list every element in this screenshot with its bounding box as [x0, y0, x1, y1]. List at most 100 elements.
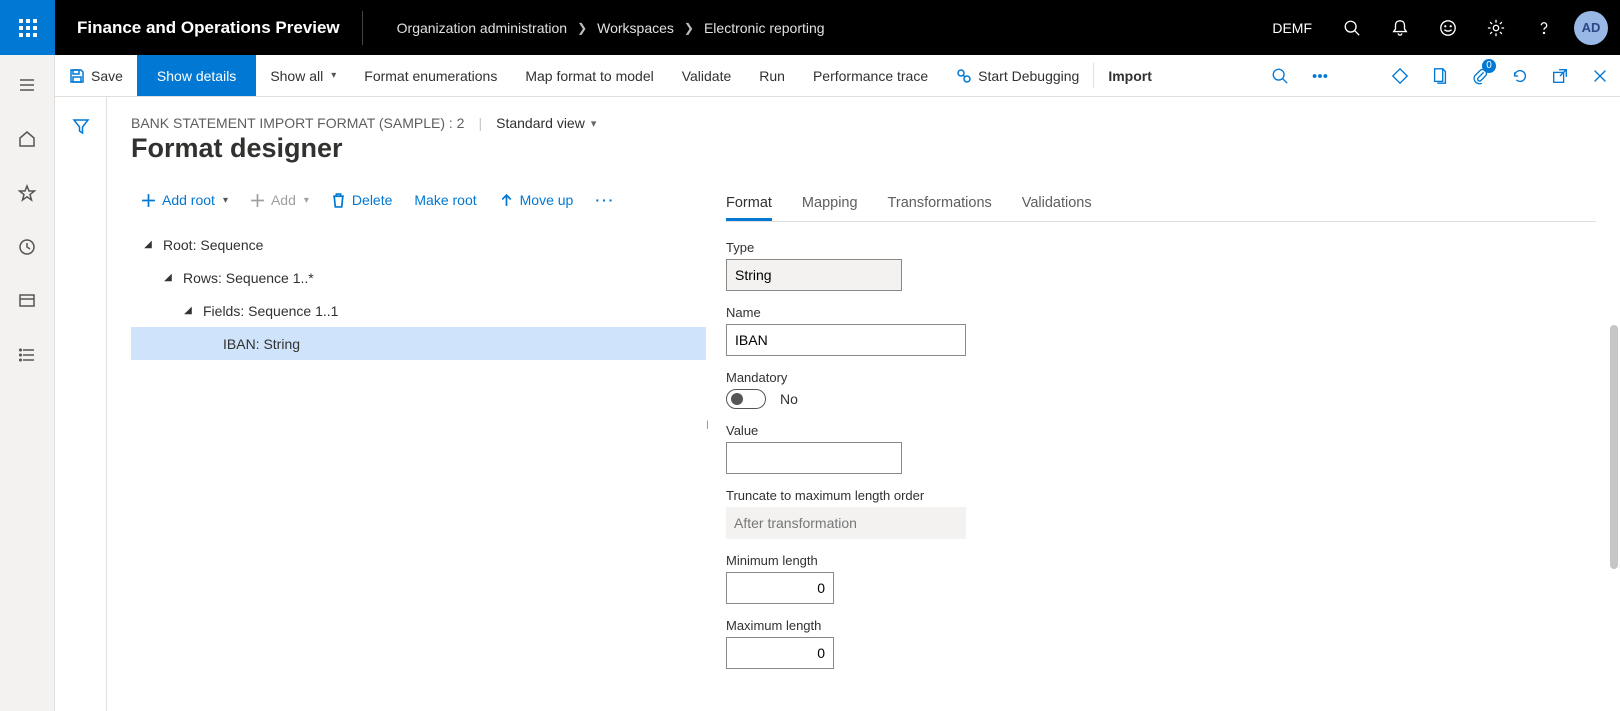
detail-pane: ‖ Format Mapping Transformations Validat…	[706, 178, 1596, 711]
validate-button[interactable]: Validate	[668, 55, 746, 96]
divider	[362, 11, 363, 45]
nav-expand-button[interactable]	[9, 71, 45, 99]
close-button[interactable]	[1580, 55, 1620, 97]
add-root-button[interactable]: Add root ▾	[131, 192, 238, 208]
run-button[interactable]: Run	[745, 55, 799, 96]
tree-toggle-icon[interactable]: ◢	[177, 305, 199, 316]
search-page-button[interactable]	[1260, 55, 1300, 97]
tree-node-fields[interactable]: ◢ Fields: Sequence 1..1	[131, 294, 706, 327]
more-button[interactable]	[1300, 55, 1340, 97]
show-all-button[interactable]: Show all ▾	[256, 55, 350, 96]
page-icon	[1431, 67, 1449, 85]
feedback-button[interactable]	[1424, 0, 1472, 55]
nav-modules-button[interactable]	[9, 341, 45, 369]
show-details-button[interactable]: Show details	[137, 55, 256, 96]
show-all-label: Show all	[270, 68, 323, 84]
personalize-button[interactable]	[1380, 55, 1420, 97]
tab-transformations[interactable]: Transformations	[888, 195, 992, 221]
popout-button[interactable]	[1540, 55, 1580, 97]
help-icon	[1535, 19, 1553, 37]
debug-icon	[956, 68, 972, 84]
validate-label: Validate	[682, 68, 732, 84]
format-tree-pane: Add root ▾ Add ▾ Delet	[131, 178, 706, 711]
value-label: Value	[726, 423, 986, 438]
search-icon	[1271, 67, 1289, 85]
minlen-label: Minimum length	[726, 553, 986, 568]
tree-label: Root: Sequence	[159, 237, 263, 253]
tree-toolbar: Add root ▾ Add ▾ Delet	[131, 178, 706, 222]
nav-recent-button[interactable]	[9, 233, 45, 261]
save-icon	[69, 68, 85, 84]
app-launcher-button[interactable]	[0, 0, 55, 55]
tree-label: Rows: Sequence 1..*	[179, 270, 314, 286]
tree-label: IBAN: String	[219, 336, 300, 352]
tree-node-iban[interactable]: IBAN: String	[131, 327, 706, 360]
settings-button[interactable]	[1472, 0, 1520, 55]
tree-label: Fields: Sequence 1..1	[199, 303, 338, 319]
mandatory-toggle[interactable]	[726, 389, 766, 409]
format-enumerations-button[interactable]: Format enumerations	[350, 55, 511, 96]
save-label: Save	[91, 68, 123, 84]
filter-button[interactable]	[72, 117, 90, 711]
minlen-field[interactable]	[726, 572, 834, 604]
nav-rail	[0, 55, 55, 711]
gear-icon	[1487, 19, 1505, 37]
splitter-handle[interactable]: ‖	[706, 418, 709, 432]
close-icon	[1591, 67, 1609, 85]
import-button[interactable]: Import	[1094, 55, 1166, 96]
tree-more-button[interactable]: ···	[585, 192, 625, 208]
attachments-button[interactable]: 0	[1460, 55, 1500, 97]
scrollbar[interactable]	[1610, 325, 1618, 569]
tree-node-root[interactable]: ◢ Root: Sequence	[131, 228, 706, 261]
breadcrumb-item[interactable]: Organization administration	[397, 20, 567, 36]
name-field[interactable]	[726, 324, 966, 356]
tab-format[interactable]: Format	[726, 195, 772, 221]
type-label: Type	[726, 240, 986, 255]
maxlen-field[interactable]	[726, 637, 834, 669]
delete-button[interactable]: Delete	[321, 192, 402, 208]
breadcrumb-item[interactable]: Workspaces	[597, 20, 674, 36]
plus-icon	[250, 193, 265, 208]
search-icon	[1343, 19, 1361, 37]
maxlen-label: Maximum length	[726, 618, 986, 633]
name-label: Name	[726, 305, 986, 320]
clock-icon	[18, 238, 36, 256]
nav-favorites-button[interactable]	[9, 179, 45, 207]
perf-trace-label: Performance trace	[813, 68, 928, 84]
tab-validations[interactable]: Validations	[1022, 195, 1092, 221]
tree-toggle-icon[interactable]: ◢	[157, 272, 179, 283]
tree-toggle-icon[interactable]: ◢	[137, 239, 159, 250]
breadcrumb-item[interactable]: Electronic reporting	[704, 20, 825, 36]
move-up-button[interactable]: Move up	[489, 192, 584, 208]
chevron-down-icon: ▾	[591, 117, 597, 130]
list-icon	[18, 346, 36, 364]
nav-home-button[interactable]	[9, 125, 45, 153]
make-root-button[interactable]: Make root	[404, 192, 486, 208]
view-selector[interactable]: Standard view ▾	[496, 115, 596, 131]
truncate-field	[726, 507, 966, 539]
map-format-label: Map format to model	[525, 68, 653, 84]
refresh-button[interactable]	[1500, 55, 1540, 97]
performance-trace-button[interactable]: Performance trace	[799, 55, 942, 96]
workspace-icon	[18, 292, 36, 310]
help-button[interactable]	[1520, 0, 1568, 55]
start-debugging-button[interactable]: Start Debugging	[942, 55, 1093, 96]
company-code[interactable]: DEMF	[1256, 20, 1328, 36]
tab-mapping[interactable]: Mapping	[802, 195, 858, 221]
tree-node-rows[interactable]: ◢ Rows: Sequence 1..*	[131, 261, 706, 294]
type-field[interactable]	[726, 259, 902, 291]
map-format-button[interactable]: Map format to model	[511, 55, 667, 96]
page-options-button[interactable]	[1420, 55, 1460, 97]
search-button[interactable]	[1328, 0, 1376, 55]
page-title: Format designer	[131, 133, 1596, 164]
nav-workspaces-button[interactable]	[9, 287, 45, 315]
smiley-icon	[1439, 19, 1457, 37]
attachments-badge: 0	[1482, 59, 1496, 73]
avatar[interactable]: AD	[1574, 11, 1608, 45]
notifications-button[interactable]	[1376, 0, 1424, 55]
save-button[interactable]: Save	[55, 55, 137, 96]
chevron-down-icon: ▾	[331, 70, 336, 81]
diamond-icon	[1391, 67, 1409, 85]
value-field[interactable]	[726, 442, 902, 474]
filter-column	[55, 97, 107, 711]
